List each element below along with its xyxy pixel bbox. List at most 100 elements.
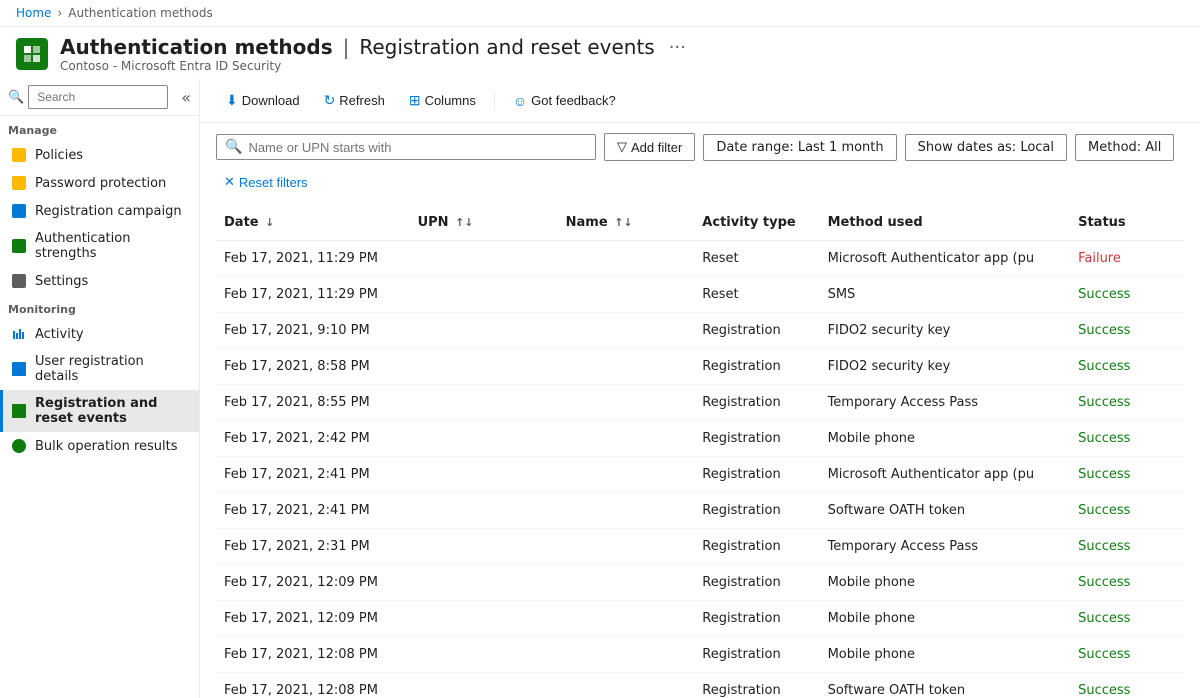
main-layout: 🔍 « Manage Policies Password protection … (0, 79, 1200, 698)
download-button[interactable]: ⬇ Download (216, 87, 310, 114)
table-row[interactable]: Feb 17, 2021, 8:58 PM Registration FIDO2… (216, 349, 1184, 385)
cell-date: Feb 17, 2021, 12:09 PM (216, 601, 410, 637)
show-dates-chip[interactable]: Show dates as: Local (905, 134, 1067, 161)
cell-date: Feb 17, 2021, 2:31 PM (216, 529, 410, 565)
table-row[interactable]: Feb 17, 2021, 12:08 PM Registration Mobi… (216, 637, 1184, 673)
app-icon (16, 38, 48, 70)
add-filter-button[interactable]: ▽ Add filter (604, 133, 695, 161)
col-header-activity[interactable]: Activity type (694, 205, 819, 241)
search-icon: 🔍 (8, 90, 24, 105)
date-range-label: Date range: Last 1 month (716, 140, 883, 155)
download-icon: ⬇ (226, 92, 238, 109)
table-row[interactable]: Feb 17, 2021, 12:09 PM Registration Mobi… (216, 601, 1184, 637)
cell-upn (410, 493, 558, 529)
cell-upn (410, 313, 558, 349)
header-separator: | (343, 35, 350, 59)
reset-filters-icon: ✕ (224, 174, 235, 190)
table-row[interactable]: Feb 17, 2021, 12:08 PM Registration Soft… (216, 673, 1184, 698)
table-row[interactable]: Feb 17, 2021, 2:42 PM Registration Mobil… (216, 421, 1184, 457)
cell-activity: Registration (694, 457, 819, 493)
cell-method: SMS (820, 277, 1071, 313)
table-header: Date ↓ UPN ↑↓ Name ↑↓ Activity type (216, 205, 1184, 241)
cell-name (558, 421, 695, 457)
filter-search-icon: 🔍 (225, 139, 242, 155)
sidebar-item-registration-campaign[interactable]: Registration campaign (0, 197, 199, 225)
cell-activity: Registration (694, 673, 819, 698)
col-header-method[interactable]: Method used (820, 205, 1071, 241)
cell-upn (410, 601, 558, 637)
sidebar-item-label-settings: Settings (35, 274, 88, 289)
cell-name (558, 277, 695, 313)
table-row[interactable]: Feb 17, 2021, 2:41 PM Registration Softw… (216, 493, 1184, 529)
columns-icon: ⊞ (409, 92, 421, 109)
cell-name (558, 601, 695, 637)
page-title-main: Authentication methods (60, 35, 333, 59)
cell-name (558, 349, 695, 385)
cell-date: Feb 17, 2021, 2:42 PM (216, 421, 410, 457)
table-row[interactable]: Feb 17, 2021, 11:29 PM Reset Microsoft A… (216, 241, 1184, 277)
cell-activity: Reset (694, 241, 819, 277)
cell-name (558, 673, 695, 698)
table-row[interactable]: Feb 17, 2021, 11:29 PM Reset SMS Success (216, 277, 1184, 313)
cell-date: Feb 17, 2021, 12:08 PM (216, 637, 410, 673)
more-options-icon[interactable]: ··· (669, 37, 686, 58)
cell-name (558, 529, 695, 565)
table-row[interactable]: Feb 17, 2021, 12:09 PM Registration Mobi… (216, 565, 1184, 601)
cell-activity: Registration (694, 637, 819, 673)
collapse-icon[interactable]: « (181, 88, 191, 107)
sidebar-item-settings[interactable]: Settings (0, 267, 199, 295)
columns-button[interactable]: ⊞ Columns (399, 87, 486, 114)
show-dates-label: Show dates as: Local (918, 140, 1054, 155)
date-range-chip[interactable]: Date range: Last 1 month (703, 134, 896, 161)
sidebar-item-activity[interactable]: Activity (0, 320, 199, 348)
cell-activity: Registration (694, 601, 819, 637)
cell-status: Success (1070, 349, 1184, 385)
sidebar-item-authentication-strengths[interactable]: Authentication strengths (0, 225, 199, 267)
table-row[interactable]: Feb 17, 2021, 2:41 PM Registration Micro… (216, 457, 1184, 493)
col-header-status[interactable]: Status (1070, 205, 1184, 241)
table-row[interactable]: Feb 17, 2021, 9:10 PM Registration FIDO2… (216, 313, 1184, 349)
download-label: Download (242, 93, 300, 108)
table-container: Date ↓ UPN ↑↓ Name ↑↓ Activity type (200, 205, 1200, 698)
cell-upn (410, 385, 558, 421)
cell-method: Mobile phone (820, 637, 1071, 673)
header-title-group: Authentication methods | Registration an… (60, 35, 686, 73)
sidebar-item-bulk-operation[interactable]: Bulk operation results (0, 432, 199, 460)
sidebar-item-label-activity: Activity (35, 327, 84, 342)
filter-search-input[interactable] (248, 140, 587, 155)
sidebar-item-user-registration[interactable]: User registration details (0, 348, 199, 390)
cell-status: Success (1070, 529, 1184, 565)
cell-name (558, 565, 695, 601)
sidebar-item-registration-reset[interactable]: Registration and reset events (0, 390, 199, 432)
sidebar-item-password-protection[interactable]: Password protection (0, 169, 199, 197)
cell-method: Mobile phone (820, 421, 1071, 457)
sidebar-item-label-policies: Policies (35, 148, 83, 163)
page-header: Authentication methods | Registration an… (0, 27, 1200, 79)
toolbar: ⬇ Download ↻ Refresh ⊞ Columns ☺ Got fee… (200, 79, 1200, 123)
policies-icon (11, 147, 27, 163)
col-header-name[interactable]: Name ↑↓ (558, 205, 695, 241)
columns-label: Columns (425, 93, 476, 108)
cell-method: Microsoft Authenticator app (pu (820, 241, 1071, 277)
breadcrumb-home[interactable]: Home (16, 6, 51, 20)
table-row[interactable]: Feb 17, 2021, 8:55 PM Registration Tempo… (216, 385, 1184, 421)
sidebar-item-label-bulk: Bulk operation results (35, 439, 178, 454)
reset-filters-button[interactable]: ✕ Reset filters (216, 169, 316, 195)
cell-activity: Registration (694, 565, 819, 601)
cell-upn (410, 637, 558, 673)
col-header-date[interactable]: Date ↓ (216, 205, 410, 241)
cell-date: Feb 17, 2021, 2:41 PM (216, 457, 410, 493)
cell-status: Success (1070, 601, 1184, 637)
cell-method: Temporary Access Pass (820, 385, 1071, 421)
table-row[interactable]: Feb 17, 2021, 2:31 PM Registration Tempo… (216, 529, 1184, 565)
refresh-icon: ↻ (324, 92, 336, 109)
search-input[interactable] (28, 85, 168, 109)
cell-upn (410, 421, 558, 457)
sidebar-item-policies[interactable]: Policies (0, 141, 199, 169)
method-chip[interactable]: Method: All (1075, 134, 1174, 161)
col-header-upn[interactable]: UPN ↑↓ (410, 205, 558, 241)
sort-icon-upn: ↑↓ (455, 216, 473, 229)
refresh-button[interactable]: ↻ Refresh (314, 87, 395, 114)
data-table: Date ↓ UPN ↑↓ Name ↑↓ Activity type (216, 205, 1184, 698)
feedback-button[interactable]: ☺ Got feedback? (503, 88, 626, 114)
